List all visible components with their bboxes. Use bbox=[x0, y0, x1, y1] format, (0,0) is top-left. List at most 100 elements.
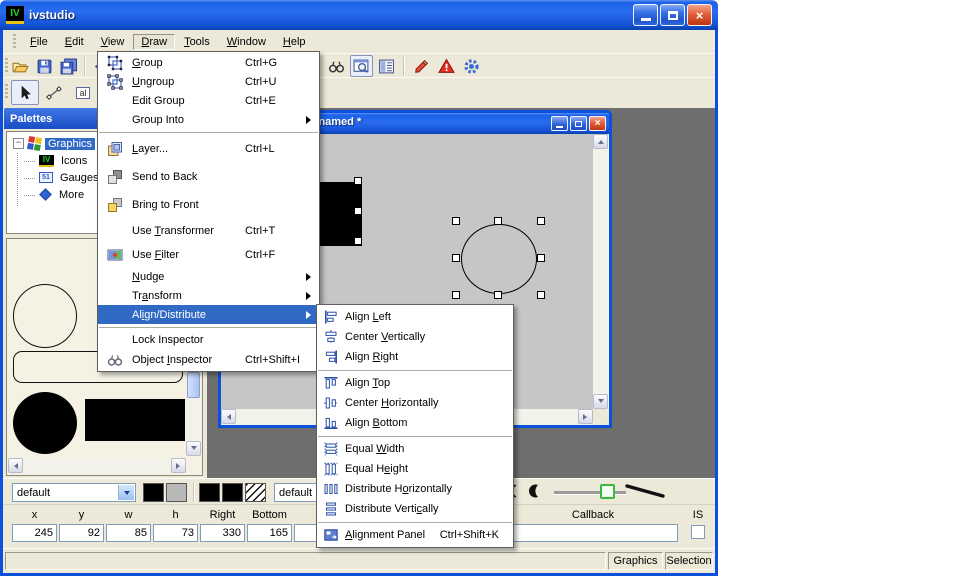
color-swatch-black[interactable] bbox=[222, 483, 243, 502]
palette-shape-circle[interactable] bbox=[13, 284, 77, 348]
menu-item-use-transformer[interactable]: Use TransformerCtrl+T bbox=[98, 219, 319, 243]
selection-handle[interactable] bbox=[354, 237, 362, 245]
menu-item-send-to-back[interactable]: Send to Back bbox=[98, 163, 319, 191]
toolbar-grip[interactable] bbox=[5, 58, 8, 74]
menu-item-center-vertically[interactable]: Center Vertically bbox=[317, 327, 513, 347]
close-button[interactable]: × bbox=[687, 4, 712, 26]
menu-help[interactable]: Help bbox=[275, 34, 314, 50]
menu-item-align-left[interactable]: Align Left bbox=[317, 307, 513, 327]
menu-item-edit-group[interactable]: Edit GroupCtrl+E bbox=[98, 91, 319, 110]
menu-item-align-right[interactable]: Align Right bbox=[317, 347, 513, 367]
canvas-vertical-scrollbar[interactable] bbox=[593, 134, 609, 409]
callback-input[interactable] bbox=[508, 524, 678, 542]
maximize-button[interactable] bbox=[660, 4, 685, 26]
app-titlebar[interactable]: IV ivstudio × bbox=[0, 0, 718, 30]
menu-item-lock-inspector[interactable]: Lock Inspector bbox=[98, 330, 319, 350]
scroll-right-button[interactable] bbox=[171, 458, 186, 473]
zoom-window-button[interactable] bbox=[350, 55, 373, 77]
palette-shape-filled-rect[interactable] bbox=[85, 399, 185, 441]
color-swatch-black[interactable] bbox=[199, 483, 220, 502]
selection-handle[interactable] bbox=[354, 177, 362, 185]
menu-draw[interactable]: Draw bbox=[133, 34, 175, 50]
color-swatch-hatch[interactable] bbox=[245, 483, 266, 502]
width-slider-thumb[interactable] bbox=[600, 484, 615, 499]
field-input-h[interactable]: 73 bbox=[153, 524, 198, 542]
palette-horizontal-scrollbar[interactable] bbox=[8, 458, 186, 474]
scroll-left-button[interactable] bbox=[221, 409, 236, 424]
menu-item-equal-width[interactable]: Equal Width bbox=[317, 439, 513, 459]
is-checkbox[interactable] bbox=[691, 525, 705, 539]
width-slider-track[interactable] bbox=[554, 491, 626, 495]
selection-handle[interactable] bbox=[354, 207, 362, 215]
menu-item-object-inspector[interactable]: Object InspectorCtrl+Shift+I bbox=[98, 350, 319, 370]
field-input-bottom[interactable]: 165 bbox=[247, 524, 292, 542]
report-button[interactable] bbox=[375, 55, 398, 77]
selection-handle[interactable] bbox=[452, 217, 460, 225]
selection-handle[interactable] bbox=[494, 291, 502, 299]
menu-item-group-into[interactable]: Group Into bbox=[98, 110, 319, 129]
menu-file[interactable]: File bbox=[22, 34, 56, 50]
menu-view[interactable]: View bbox=[93, 34, 133, 50]
warning-button[interactable] bbox=[435, 55, 458, 77]
node-tool-button[interactable] bbox=[40, 80, 68, 105]
menu-item-layer[interactable]: Layer...Ctrl+L bbox=[98, 135, 319, 163]
scroll-up-button[interactable] bbox=[593, 134, 608, 149]
menu-item-ungroup[interactable]: UngroupCtrl+U bbox=[98, 72, 319, 91]
save-all-button[interactable] bbox=[57, 55, 80, 77]
menu-item-equal-height[interactable]: Equal Height bbox=[317, 459, 513, 479]
text-al-button[interactable]: al bbox=[69, 80, 97, 105]
doc-restore-button[interactable] bbox=[570, 116, 587, 131]
scrollbar-thumb[interactable] bbox=[187, 372, 200, 398]
menu-item-nudge[interactable]: Nudge bbox=[98, 267, 319, 286]
menu-item-bring-to-front[interactable]: Bring to Front bbox=[98, 191, 319, 219]
selection-handle[interactable] bbox=[537, 217, 545, 225]
field-input-right[interactable]: 330 bbox=[200, 524, 245, 542]
selection-handle[interactable] bbox=[452, 291, 460, 299]
binoculars-button[interactable] bbox=[325, 55, 348, 77]
menu-item-align-distribute[interactable]: Align/Distribute bbox=[98, 305, 319, 324]
minimize-button[interactable] bbox=[633, 4, 658, 26]
crescent-icon[interactable] bbox=[527, 483, 543, 502]
menu-item-align-bottom[interactable]: Align Bottom bbox=[317, 413, 513, 433]
menu-edit[interactable]: Edit bbox=[57, 34, 92, 50]
menu-item-alignment-panel[interactable]: Alignment PanelCtrl+Shift+K bbox=[317, 525, 513, 545]
toolbar-grip[interactable] bbox=[5, 84, 8, 100]
menu-tools[interactable]: Tools bbox=[176, 34, 218, 50]
canvas-ellipse-shape[interactable] bbox=[461, 224, 537, 294]
doc-close-button[interactable]: × bbox=[589, 116, 606, 131]
menu-item-transform[interactable]: Transform bbox=[98, 286, 319, 305]
menu-item-distribute-vertically[interactable]: Distribute Vertically bbox=[317, 499, 513, 519]
toolbar-grip[interactable] bbox=[13, 34, 16, 50]
doc-minimize-button[interactable] bbox=[551, 116, 568, 131]
field-input-x[interactable]: 245 bbox=[12, 524, 57, 542]
tree-expander-icon[interactable]: − bbox=[13, 138, 24, 149]
combobox-dropdown-button[interactable] bbox=[118, 485, 134, 500]
color-swatch-gray[interactable] bbox=[166, 483, 187, 502]
menu-item-distribute-horizontally[interactable]: Distribute Horizontally bbox=[317, 479, 513, 499]
menu-window[interactable]: Window bbox=[219, 34, 274, 50]
palette-shape-filled-circle[interactable] bbox=[13, 392, 77, 454]
gear-button[interactable] bbox=[460, 55, 483, 77]
edit-button[interactable] bbox=[410, 55, 433, 77]
save-button[interactable] bbox=[33, 55, 56, 77]
scroll-right-button[interactable] bbox=[578, 409, 593, 424]
selection-handle[interactable] bbox=[494, 217, 502, 225]
menu-item-center-horizontally[interactable]: Center Horizontally bbox=[317, 393, 513, 413]
selection-handle[interactable] bbox=[537, 291, 545, 299]
field-input-y[interactable]: 92 bbox=[59, 524, 104, 542]
scroll-left-button[interactable] bbox=[8, 458, 23, 473]
field-input-w[interactable]: 85 bbox=[106, 524, 151, 542]
selection-handle[interactable] bbox=[537, 254, 545, 262]
menu-item-group[interactable]: GroupCtrl+G bbox=[98, 53, 319, 72]
scroll-down-button[interactable] bbox=[593, 394, 608, 409]
menu-item-align-top[interactable]: Align Top bbox=[317, 373, 513, 393]
selection-handle[interactable] bbox=[452, 254, 460, 262]
menu-item-label: Equal Height bbox=[345, 463, 408, 475]
menu-separator bbox=[318, 522, 512, 523]
open-folder-button[interactable] bbox=[9, 55, 32, 77]
scroll-down-button[interactable] bbox=[186, 441, 201, 456]
color-swatch-black[interactable] bbox=[143, 483, 164, 502]
style-combobox[interactable]: default bbox=[12, 483, 136, 502]
menu-item-use-filter[interactable]: Use FilterCtrl+F bbox=[98, 243, 319, 267]
cursor-button[interactable] bbox=[11, 80, 39, 105]
